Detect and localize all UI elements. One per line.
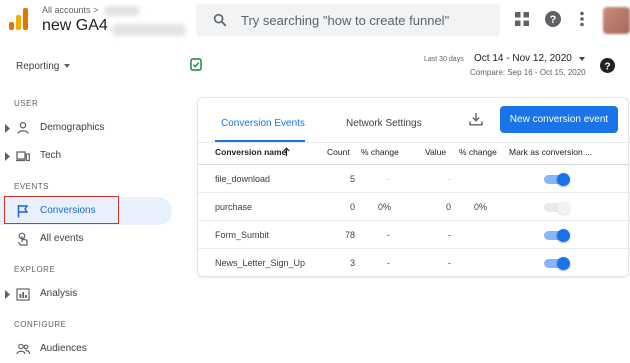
- column-header-value-pct-change[interactable]: % change: [459, 147, 497, 157]
- sidebar-item-tech[interactable]: Tech: [0, 142, 172, 170]
- table-row: News_Letter_Sign_Up 3 - -: [198, 249, 628, 277]
- more-vert-icon[interactable]: [576, 11, 588, 27]
- table-row: file_download 5 - -: [198, 165, 628, 193]
- analytics-logo[interactable]: [9, 6, 31, 32]
- help-icon[interactable]: ?: [545, 11, 561, 27]
- redacted-property-suffix: [112, 24, 186, 36]
- sort-up-icon[interactable]: [283, 147, 290, 156]
- event-pct-change: -: [387, 174, 390, 184]
- sidebar-item-label: Tech: [40, 150, 62, 161]
- audiences-icon: [16, 343, 30, 355]
- search-placeholder: Try searching "how to create funnel": [241, 13, 450, 28]
- apps-grid-icon[interactable]: [515, 12, 529, 26]
- section-explore: EXPLORE: [14, 265, 56, 274]
- page-help-icon[interactable]: ?: [600, 58, 615, 73]
- analysis-icon: [16, 288, 30, 301]
- event-count: 78: [344, 230, 355, 240]
- event-value: 0: [446, 202, 452, 212]
- event-name: file_download: [215, 174, 271, 184]
- chevron-right-icon[interactable]: [5, 152, 11, 161]
- sidebar-item-label: Audiences: [40, 343, 87, 354]
- column-header-pct-change[interactable]: % change: [361, 147, 399, 157]
- event-pct-change: 0%: [378, 202, 392, 212]
- tab-conversion-events[interactable]: Conversion Events: [221, 118, 305, 129]
- chevron-right-icon[interactable]: [5, 124, 11, 133]
- event-value-pct-change: 0%: [474, 202, 488, 212]
- date-preset-label: Last 30 days: [424, 56, 464, 63]
- search-bar[interactable]: Try searching "how to create funnel": [196, 4, 500, 36]
- check-file-icon[interactable]: [190, 58, 202, 71]
- conversion-toggle[interactable]: [544, 257, 570, 270]
- event-value: -: [448, 174, 451, 184]
- redacted-account-name: [104, 6, 140, 16]
- event-pct-change: -: [387, 258, 390, 268]
- section-events: EVENTS: [14, 182, 50, 191]
- event-count: 3: [349, 258, 355, 268]
- date-range-picker[interactable]: Oct 14 - Nov 12, 2020: [474, 53, 572, 64]
- search-icon: [213, 13, 227, 27]
- event-name: Form_Sumbit: [215, 230, 270, 240]
- column-header-mark-as-conversion[interactable]: Mark as conversion ...: [509, 147, 592, 157]
- touch-icon: [18, 232, 28, 246]
- reporting-dropdown[interactable]: Reporting: [16, 61, 59, 72]
- event-name: purchase: [215, 202, 253, 212]
- table-row: Form_Sumbit 78 - -: [198, 221, 628, 249]
- top-bar: All accounts > new GA4 Try searching "ho…: [0, 0, 630, 40]
- download-icon[interactable]: [469, 112, 483, 126]
- column-header-name[interactable]: Conversion name: [215, 147, 286, 157]
- section-configure: CONFIGURE: [14, 320, 67, 329]
- conversion-toggle[interactable]: [544, 229, 570, 242]
- chevron-down-icon[interactable]: [64, 64, 70, 68]
- svg-text:?: ?: [604, 61, 610, 72]
- sidebar-item-analysis[interactable]: Analysis: [0, 280, 172, 308]
- sidebar-item-demographics[interactable]: Demographics: [0, 114, 172, 142]
- event-name: News_Letter_Sign_Up: [215, 258, 306, 268]
- account-breadcrumb[interactable]: All accounts >: [42, 5, 98, 15]
- table-row: purchase 0 0% 0 0%: [198, 193, 628, 221]
- date-dropdown-icon[interactable]: [579, 57, 585, 61]
- sidebar-item-label: Analysis: [40, 288, 78, 299]
- conversions-card: Conversion Events Network Settings New c…: [197, 97, 629, 277]
- conversion-toggle[interactable]: [544, 173, 570, 186]
- event-count: 5: [349, 174, 355, 184]
- property-name[interactable]: new GA4: [42, 17, 108, 35]
- new-conversion-event-button[interactable]: New conversion event: [500, 106, 618, 133]
- svg-text:?: ?: [550, 14, 557, 26]
- sidebar-item-label: All events: [40, 233, 84, 244]
- event-count: 0: [349, 202, 355, 212]
- sidebar-item-all-events[interactable]: All events: [0, 225, 172, 253]
- conversion-toggle[interactable]: [544, 201, 570, 214]
- sidebar-item-audiences[interactable]: Audiences: [0, 335, 172, 363]
- section-user: USER: [14, 99, 39, 108]
- column-header-count[interactable]: Count: [327, 147, 350, 157]
- event-pct-change: -: [387, 230, 390, 240]
- person-icon: [17, 121, 29, 134]
- tab-divider: [198, 142, 628, 143]
- event-value: -: [448, 258, 451, 268]
- highlight-box: [4, 196, 119, 224]
- avatar[interactable]: [603, 7, 630, 34]
- sidebar-item-label: Demographics: [40, 122, 105, 133]
- devices-icon: [16, 151, 30, 162]
- tab-network-settings[interactable]: Network Settings: [346, 118, 422, 129]
- chevron-right-icon[interactable]: [5, 290, 11, 299]
- column-header-value[interactable]: Value: [425, 147, 446, 157]
- compare-range: Compare: Sep 16 - Oct 15, 2020: [470, 68, 586, 77]
- event-value: -: [448, 230, 451, 240]
